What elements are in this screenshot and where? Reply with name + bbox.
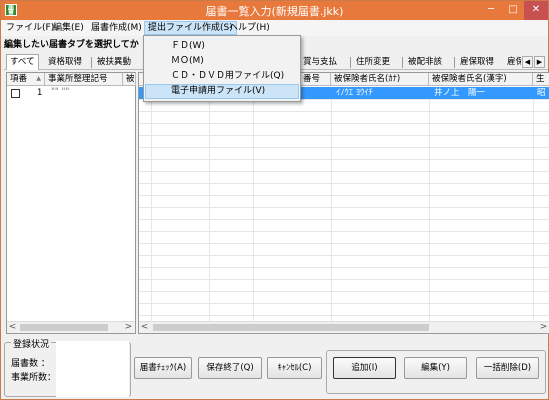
check-button[interactable]: 届書ﾁｪｯｸ(A) (134, 357, 192, 379)
window-title: 届書一覧入力(新規届書.jkk) (205, 5, 344, 18)
grid-line (209, 99, 210, 321)
row-checkbox[interactable] (11, 89, 20, 98)
redacted-area (56, 341, 129, 397)
right-grid: 番号 被保険者氏名(ｶﾅ) 被保険者氏名(漢字) 生 ｲﾉｳｴ ﾖｳｲﾁ 井ノ上… (138, 72, 549, 334)
tab-all[interactable]: すべて (6, 54, 39, 70)
grid-line (139, 159, 549, 160)
grid-line (139, 267, 549, 268)
minimize-button[interactable]: ─ (480, 1, 502, 20)
grid-line (139, 111, 549, 112)
column-header-name-kanji[interactable]: 被保険者氏名(漢字) (429, 73, 533, 86)
submit-file-dropdown: ＦＤ(W) ＭＯ(M) ＣＤ・ＤＶＤ用ファイル(Q) 電子申請用ファイル(V) (143, 35, 301, 102)
tab-scroll-right-button[interactable]: ▶ (534, 56, 545, 68)
scroll-left-arrow-icon[interactable]: < (139, 322, 150, 333)
grid-line (139, 123, 549, 124)
right-horizontal-scrollbar[interactable]: < > (139, 321, 549, 333)
title-bar: 届書 届書一覧入力(新規届書.jkk) ─ □ ✕ (1, 1, 548, 20)
menu-item-e-application[interactable]: 電子申請用ファイル(V) (145, 84, 299, 99)
menu-bar: ファイル(F) 編集(E) 届書作成(M) 提出ファイル作成(S) ヘルプ(H) (1, 20, 548, 36)
main-window: 届書 届書一覧入力(新規届書.jkk) ─ □ ✕ ファイル(F) 編集(E) … (0, 0, 549, 400)
left-horizontal-scrollbar[interactable]: < > (7, 321, 135, 333)
scroll-right-arrow-icon[interactable]: > (538, 322, 549, 333)
grid-line (429, 99, 430, 321)
tab-separator (402, 57, 403, 68)
grid-line (139, 279, 549, 280)
scroll-thumb[interactable] (153, 324, 429, 331)
tab-address[interactable]: 住所変更 (356, 56, 390, 69)
grid-line (139, 171, 549, 172)
column-header-birth[interactable]: 生 (533, 73, 549, 86)
tab-spouse[interactable]: 被配非該 (408, 56, 442, 69)
name-kanji-cell: 井ノ上 陽一 (434, 88, 486, 98)
maximize-button[interactable]: □ (502, 1, 524, 20)
grid-line (331, 99, 332, 321)
grid-line (139, 303, 549, 304)
grid-line (139, 147, 549, 148)
name-kana-cell: ｲﾉｳｴ ﾖｳｲﾁ (336, 88, 373, 98)
grid-line (139, 219, 549, 220)
grid-line (139, 183, 549, 184)
add-button[interactable]: 追加(I) (333, 357, 396, 379)
save-exit-button[interactable]: 保存終了(Q) (198, 357, 262, 379)
tab-bonus[interactable]: 賞与支払 (303, 56, 337, 69)
grid-line (139, 291, 549, 292)
column-header-number[interactable]: 項番 ▲ (7, 73, 45, 86)
menu-edit[interactable]: 編集(E) (50, 21, 87, 35)
grid-line (253, 99, 254, 321)
column-header-office-code[interactable]: 事業所整理記号 (45, 73, 123, 86)
tab-scroll-left-button[interactable]: ◀ (522, 56, 533, 68)
scroll-left-arrow-icon[interactable]: < (7, 322, 18, 333)
instruction-text: 編集したい届書タブを選択してか (4, 40, 139, 50)
status-legend: 登録状況 (11, 337, 52, 350)
row-number: 1 (37, 88, 43, 98)
grid-line (139, 207, 549, 208)
menu-item-cd-dvd[interactable]: ＣＤ・ＤＶＤ用ファイル(Q) (145, 69, 299, 84)
grid-line (139, 231, 549, 232)
office-code-cell: "" "" (51, 87, 70, 97)
scroll-thumb[interactable] (20, 324, 108, 331)
menu-help[interactable]: ヘルプ(H) (226, 21, 273, 35)
grid-line (139, 135, 549, 136)
tab-employment-insurance[interactable]: 雇保取得 (460, 56, 494, 69)
close-button[interactable]: ✕ (524, 1, 548, 20)
tab-dependent-change[interactable]: 被扶異動 (97, 56, 131, 69)
tab-separator (350, 57, 351, 68)
office-count-label: 事業所数： (11, 373, 57, 383)
grid-line (139, 243, 549, 244)
left-grid: 項番 ▲ 事業所整理記号 被 1 "" "" < > (6, 72, 136, 334)
menu-submit-file[interactable]: 提出ファイル作成(S) (144, 21, 237, 35)
menu-item-mo[interactable]: ＭＯ(M) (145, 54, 299, 69)
column-header-insured[interactable]: 被 (123, 73, 136, 86)
tab-separator (454, 57, 455, 68)
header-label: 項番 (10, 74, 28, 84)
edit-button[interactable]: 編集(Y) (404, 357, 467, 379)
tab-employment-insurance-2[interactable]: 雇保 (507, 56, 521, 69)
sort-asc-icon: ▲ (36, 75, 41, 82)
birth-cell: 昭 (537, 88, 546, 98)
bulk-delete-button[interactable]: 一括削除(D) (476, 357, 539, 379)
menu-create[interactable]: 届書作成(M) (88, 21, 145, 35)
column-header-name-kana[interactable]: 被保険者氏名(ｶﾅ) (331, 73, 429, 86)
grid-line (151, 99, 152, 321)
grid-line (139, 315, 549, 316)
cancel-button[interactable]: ｷｬﾝｾﾙ(C) (267, 357, 322, 379)
tab-separator (91, 57, 92, 68)
scroll-right-arrow-icon[interactable]: > (123, 322, 134, 333)
grid-line (533, 99, 534, 321)
grid-line (139, 195, 549, 196)
tab-qualification[interactable]: 資格取得 (48, 56, 82, 69)
grid-line (139, 255, 549, 256)
menu-item-fd[interactable]: ＦＤ(W) (145, 39, 299, 54)
notification-count-label: 届書数 ： (11, 359, 50, 369)
